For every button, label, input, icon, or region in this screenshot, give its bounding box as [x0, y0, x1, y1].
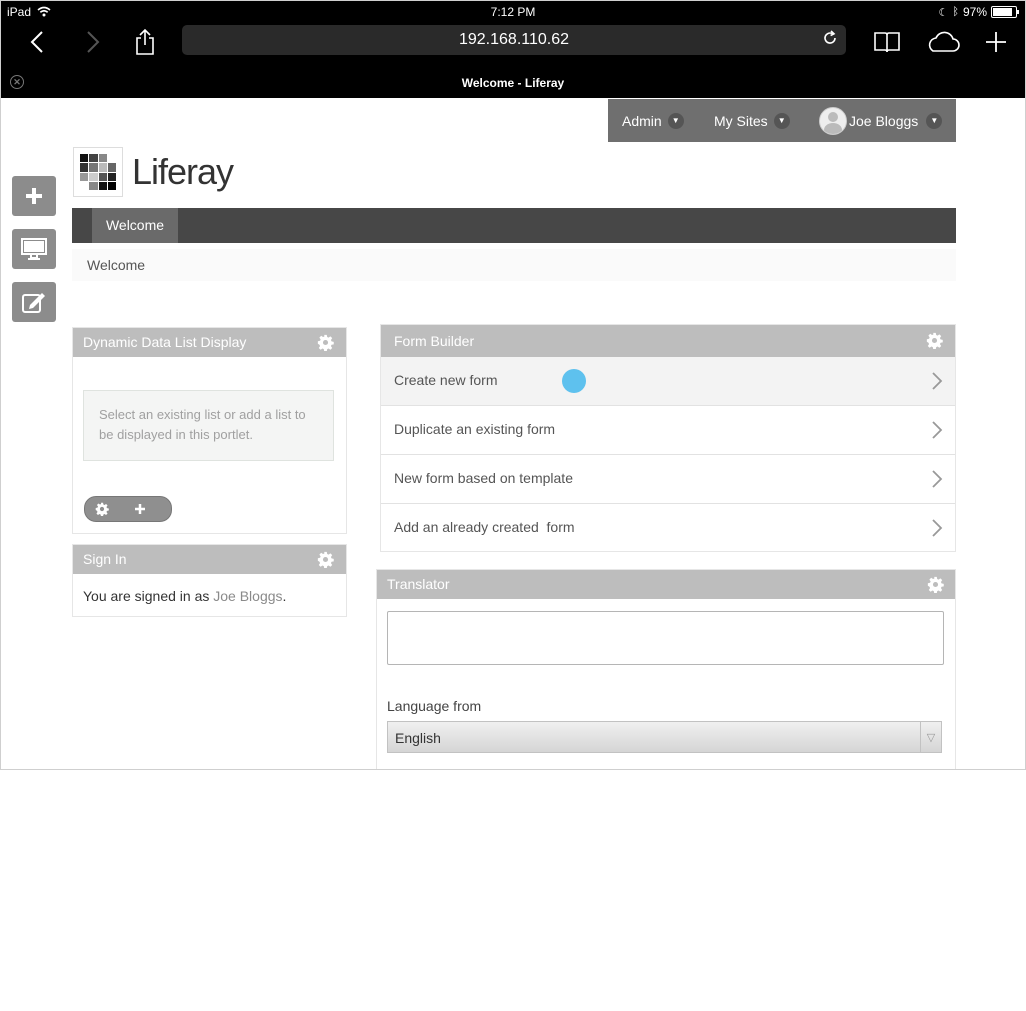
language-from-value: English	[395, 730, 441, 746]
plus-icon	[135, 504, 145, 514]
preview-button[interactable]	[12, 229, 56, 269]
cloud-icon	[928, 31, 960, 52]
tab-title[interactable]: Welcome - Liferay	[1, 76, 1025, 90]
admin-menu[interactable]: Admin ▼	[622, 99, 684, 142]
caret-down-icon: ▼	[773, 112, 790, 129]
plus-icon	[26, 188, 42, 204]
chevron-right-icon	[932, 470, 943, 488]
breadcrumb-item[interactable]: Welcome	[87, 257, 145, 273]
language-from-select[interactable]: English ▽	[387, 721, 942, 753]
signed-in-prefix: You are signed in as	[83, 588, 214, 604]
duplicate-form-item[interactable]: Duplicate an existing form	[381, 405, 955, 454]
chevron-left-icon	[30, 31, 43, 53]
nav-tab-welcome[interactable]: Welcome	[92, 208, 178, 243]
create-new-form-item[interactable]: Create new form	[381, 357, 955, 405]
ddl-empty-message: Select an existing list or add a list to…	[83, 390, 334, 461]
form-builder-portlet: Form Builder Create new form Duplicate a…	[380, 324, 956, 552]
list-item-label: New form based on template	[394, 470, 573, 486]
chevron-down-icon: ▽	[920, 722, 941, 752]
ipad-screen: iPad 7:12 PM ☾ ᛒ 97% 192.168.110.62 ✕ We…	[0, 0, 1026, 770]
forward-button[interactable]	[81, 23, 105, 61]
safari-toolbar: 192.168.110.62	[1, 23, 1025, 61]
status-right: ☾ ᛒ 97%	[938, 5, 1019, 19]
signed-in-suffix: .	[282, 588, 287, 604]
back-button[interactable]	[25, 23, 49, 61]
portlet-header: Sign In	[73, 545, 346, 574]
bluetooth-icon: ᛒ	[952, 6, 959, 18]
plus-icon	[986, 32, 1006, 52]
caret-down-icon: ▼	[926, 112, 943, 129]
ddl-add-button[interactable]	[134, 503, 146, 515]
gear-icon[interactable]	[317, 334, 334, 351]
gear-icon	[95, 502, 109, 516]
browser-chrome: iPad 7:12 PM ☾ ᛒ 97% 192.168.110.62 ✕ We…	[1, 1, 1025, 98]
moon-icon: ☾	[938, 6, 949, 19]
ddl-display-portlet: Dynamic Data List Display Select an exis…	[72, 327, 347, 534]
portlet-title: Sign In	[83, 551, 127, 567]
chevron-right-icon	[932, 519, 943, 537]
battery-icon	[991, 6, 1019, 18]
dockbar: Admin ▼ My Sites ▼ Joe Bloggs ▼	[608, 99, 956, 142]
add-button[interactable]	[12, 176, 56, 216]
icloud-tabs-button[interactable]	[925, 23, 961, 61]
battery-percent: 97%	[962, 5, 987, 19]
sign-in-portlet: Sign In You are signed in as Joe Bloggs.	[72, 544, 347, 617]
portlet-title: Form Builder	[394, 333, 475, 349]
signed-in-message: You are signed in as Joe Bloggs.	[73, 574, 346, 618]
site-logo[interactable]	[73, 147, 123, 197]
status-time: 7:12 PM	[490, 5, 536, 19]
chevron-right-icon	[932, 421, 943, 439]
share-icon	[136, 28, 154, 55]
translation-text-input[interactable]	[387, 611, 944, 665]
new-tab-button[interactable]	[984, 23, 1008, 61]
gear-icon[interactable]	[927, 576, 944, 593]
my-sites-label: My Sites	[714, 112, 768, 129]
portlet-title: Dynamic Data List Display	[83, 334, 247, 350]
reload-button[interactable]	[822, 25, 838, 55]
status-bar: iPad 7:12 PM ☾ ᛒ 97%	[1, 5, 1025, 21]
tab-bar: ✕ Welcome - Liferay	[1, 67, 1025, 98]
main-navigation: Welcome	[72, 208, 956, 243]
portlet-header: Translator	[377, 570, 955, 599]
ddl-toolbar	[84, 496, 172, 522]
ddl-config-button[interactable]	[95, 502, 109, 516]
edit-icon	[22, 293, 45, 313]
touch-indicator	[562, 369, 586, 393]
gear-icon[interactable]	[926, 332, 943, 349]
my-sites-menu[interactable]: My Sites ▼	[714, 99, 790, 142]
add-existing-form-item[interactable]: Add an already created form	[381, 503, 955, 552]
user-menu[interactable]: Joe Bloggs ▼	[819, 99, 943, 142]
portlet-header: Dynamic Data List Display	[73, 328, 346, 357]
portlet-title: Translator	[387, 576, 450, 592]
form-from-template-item[interactable]: New form based on template	[381, 454, 955, 503]
site-name[interactable]: Liferay	[132, 151, 234, 193]
edit-controls-button[interactable]	[12, 282, 56, 322]
caret-down-icon: ▼	[667, 112, 684, 129]
breadcrumb: Welcome	[72, 249, 956, 281]
portlet-header: Form Builder	[381, 325, 955, 357]
bookmarks-button[interactable]	[872, 23, 902, 61]
signed-in-user-link[interactable]: Joe Bloggs	[213, 588, 282, 604]
liferay-logo-icon	[80, 154, 116, 190]
share-button[interactable]	[131, 23, 159, 61]
translator-portlet: Translator Language from English ▽	[376, 569, 956, 769]
desktop-icon	[21, 238, 47, 260]
avatar	[819, 106, 847, 135]
list-item-label: Duplicate an existing form	[394, 421, 556, 437]
chevron-right-icon	[87, 31, 100, 53]
list-item-label: Add an already created form	[394, 519, 575, 535]
url-text: 192.168.110.62	[458, 31, 570, 48]
user-name: Joe Bloggs	[849, 112, 919, 129]
reload-icon	[824, 30, 836, 44]
admin-label: Admin	[622, 112, 662, 129]
list-item-label: Create new form	[394, 372, 498, 388]
language-from-label: Language from	[387, 698, 482, 714]
chevron-right-icon	[932, 372, 943, 390]
gear-icon[interactable]	[317, 551, 334, 568]
address-bar[interactable]: 192.168.110.62	[182, 25, 846, 55]
book-icon	[874, 32, 900, 53]
